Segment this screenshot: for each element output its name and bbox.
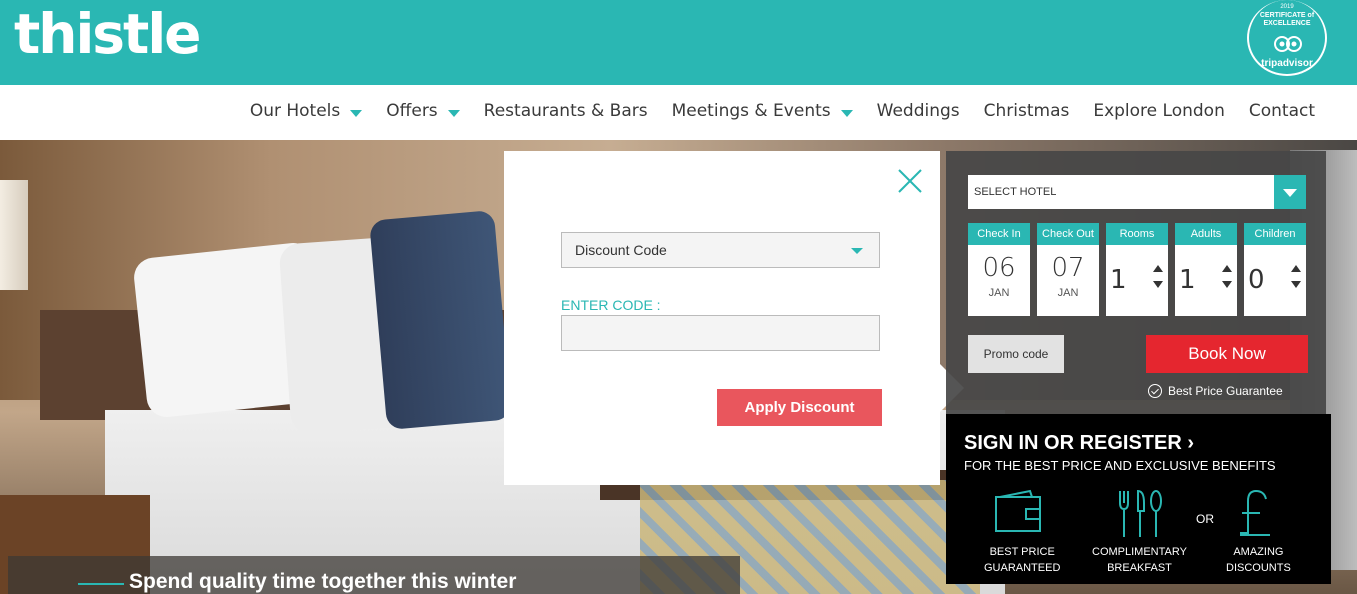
nav-our-hotels[interactable]: Our Hotels: [249, 101, 363, 121]
check-out-day: 07: [1051, 253, 1085, 283]
or-label: OR: [1196, 512, 1214, 526]
nav-label: Our Hotels: [249, 101, 341, 121]
nav-label: Restaurants & Bars: [483, 101, 648, 121]
nav-meetings-events[interactable]: Meetings & Events: [672, 101, 853, 121]
discount-modal: Discount Code ENTER CODE : Apply Discoun…: [504, 151, 940, 485]
benefit-breakfast: COMPLIMENTARY BREAKFAST: [1092, 544, 1187, 576]
hotel-select-value: SELECT HOTEL: [974, 186, 1057, 198]
best-price-guarantee[interactable]: Best Price Guarantee: [1148, 384, 1283, 398]
decrement-icon[interactable]: [1153, 281, 1163, 288]
main-nav: Our Hotels Offers Restaurants & Bars Mee…: [226, 101, 1315, 121]
thistle-logo[interactable]: thistle: [14, 2, 201, 66]
rooms-value: 1: [1110, 265, 1127, 295]
check-out-label: Check Out: [1037, 223, 1099, 245]
booking-panel: SELECT HOTEL Check In 06 JAN Check Out 0…: [946, 151, 1326, 414]
wallet-icon: [995, 489, 1041, 532]
increment-icon[interactable]: [1153, 265, 1163, 272]
benefit-line: DISCOUNTS: [1226, 562, 1291, 574]
benefit-line: BREAKFAST: [1107, 562, 1172, 574]
signin-panel: SIGN IN OR REGISTER › FOR THE BEST PRICE…: [946, 414, 1331, 584]
nav-explore-london[interactable]: Explore London: [1093, 101, 1225, 121]
check-in-month: JAN: [988, 287, 1010, 299]
benefit-line: AMAZING: [1233, 546, 1284, 558]
benefit-best-price: BEST PRICE GUARANTEED: [984, 544, 1060, 576]
tripadvisor-year: 2019: [1280, 4, 1294, 10]
hero-tagline: Spend quality time together this winter: [129, 570, 517, 593]
nav-label: Christmas: [983, 101, 1070, 121]
benefit-line: BEST PRICE: [989, 546, 1055, 558]
decrement-icon[interactable]: [1222, 281, 1232, 288]
apply-discount-button[interactable]: Apply Discount: [717, 389, 882, 426]
hero-lamp: [0, 180, 28, 290]
check-circle-icon: [1148, 384, 1162, 398]
adults-value: 1: [1179, 265, 1196, 295]
hotel-select[interactable]: SELECT HOTEL: [968, 175, 1306, 209]
benefit-line: GUARANTEED: [984, 562, 1061, 574]
rooms-stepper[interactable]: Rooms 1: [1106, 223, 1168, 316]
chevron-down-icon: [840, 109, 853, 117]
tagline-accent-line: [78, 583, 124, 585]
nav-label: Meetings & Events: [671, 101, 831, 121]
main-nav-bar: Our Hotels Offers Restaurants & Bars Mee…: [0, 85, 1357, 140]
increment-icon[interactable]: [1222, 265, 1232, 272]
children-stepper[interactable]: Children 0: [1244, 223, 1306, 316]
nav-restaurants-bars[interactable]: Restaurants & Bars: [484, 101, 648, 121]
chevron-down-icon[interactable]: [1274, 175, 1306, 209]
chevron-down-icon: [851, 248, 863, 254]
hero-pillow: [369, 209, 512, 431]
signin-register-link[interactable]: SIGN IN OR REGISTER ›: [964, 432, 1194, 455]
decrement-icon[interactable]: [1291, 281, 1301, 288]
tripadvisor-certificate-text: CERTIFICATE of EXCELLENCE: [1259, 12, 1315, 27]
nav-label: Offers: [386, 101, 438, 121]
check-in-field[interactable]: Check In 06 JAN: [968, 223, 1030, 316]
nav-label: Contact: [1248, 101, 1315, 121]
check-in-day: 06: [982, 253, 1016, 283]
book-now-button[interactable]: Book Now: [1146, 335, 1308, 373]
best-price-label: Best Price Guarantee: [1168, 384, 1283, 398]
nav-weddings[interactable]: Weddings: [877, 101, 960, 121]
discount-type-value: Discount Code: [575, 242, 667, 258]
children-value: 0: [1248, 265, 1265, 295]
cutlery-icon: [1119, 489, 1162, 537]
close-icon[interactable]: [897, 168, 923, 194]
hero-tagline-bar[interactable]: Spend quality time together this winter: [8, 556, 740, 594]
tripadvisor-badge[interactable]: 2019 CERTIFICATE of EXCELLENCE tripadvis…: [1247, 0, 1327, 76]
nav-label: Explore London: [1093, 101, 1225, 121]
discount-code-input[interactable]: [561, 315, 880, 351]
children-label: Children: [1244, 223, 1306, 245]
adults-stepper[interactable]: Adults 1: [1175, 223, 1237, 316]
owl-icon: [1274, 36, 1302, 52]
enter-code-label: ENTER CODE :: [561, 297, 661, 313]
increment-icon[interactable]: [1291, 265, 1301, 272]
check-out-month: JAN: [1057, 287, 1079, 299]
nav-contact[interactable]: Contact: [1249, 101, 1315, 121]
check-out-field[interactable]: Check Out 07 JAN: [1037, 223, 1099, 316]
top-header: thistle 2019 CERTIFICATE of EXCELLENCE t…: [0, 0, 1357, 85]
nav-christmas[interactable]: Christmas: [984, 101, 1070, 121]
signin-subtitle: FOR THE BEST PRICE AND EXCLUSIVE BENEFIT…: [964, 458, 1276, 473]
benefit-line: COMPLIMENTARY: [1092, 546, 1187, 558]
pound-icon: [1240, 489, 1270, 536]
discount-type-select[interactable]: Discount Code: [561, 232, 880, 268]
rooms-label: Rooms: [1106, 223, 1168, 245]
chevron-down-icon: [350, 109, 363, 117]
signin-title: SIGN IN OR REGISTER: [964, 432, 1182, 454]
promo-code-button[interactable]: Promo code: [968, 335, 1064, 373]
nav-label: Weddings: [876, 101, 960, 121]
benefit-discounts: AMAZING DISCOUNTS: [1226, 544, 1291, 576]
check-in-label: Check In: [968, 223, 1030, 245]
chevron-right-icon: ›: [1187, 432, 1195, 454]
adults-label: Adults: [1175, 223, 1237, 245]
tripadvisor-name: tripadvisor: [1261, 58, 1313, 69]
nav-offers[interactable]: Offers: [386, 101, 460, 121]
chevron-down-icon: [447, 109, 460, 117]
